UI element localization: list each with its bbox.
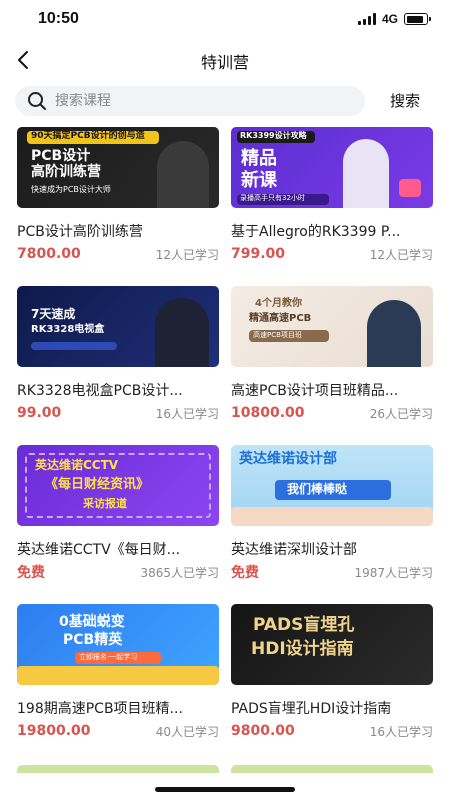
banner-line: PCB设计 bbox=[31, 148, 91, 164]
course-title: 英达维诺CCTV《每日财... bbox=[17, 542, 181, 558]
course-title: 198期高速PCB项目班精... bbox=[17, 701, 183, 717]
learner-count: 12人已学习 bbox=[155, 247, 219, 262]
course-card[interactable]: 4个月教你 精通高速PCB 高速PCB项目班 高速PCB设计项目班精品... 1… bbox=[231, 286, 433, 422]
banner-line: 录播高手只有32小时 bbox=[240, 194, 305, 202]
learner-count: 3865人已学习 bbox=[140, 565, 219, 580]
banner-line: PCB精英 bbox=[63, 632, 123, 648]
search-input[interactable] bbox=[55, 93, 335, 109]
search-icon bbox=[28, 92, 46, 110]
banner-line: 立即报名·一起学习 bbox=[79, 653, 138, 661]
signal-icon bbox=[357, 13, 376, 25]
banner-line: 英达维诺CCTV bbox=[35, 458, 119, 472]
course-title: PADS盲埋孔HDI设计指南 bbox=[231, 701, 392, 717]
course-price: 7800.00 bbox=[17, 246, 81, 262]
banner-line: 精品 bbox=[241, 148, 277, 169]
banner-line: RK3328电视盒 bbox=[31, 324, 105, 335]
course-price: 799.00 bbox=[231, 246, 286, 262]
gift-icon bbox=[399, 179, 421, 197]
course-price: 19800.00 bbox=[17, 723, 91, 739]
banner-line: 90天搞定PCB设计的创与造 bbox=[31, 131, 145, 141]
status-icons: 4G bbox=[357, 12, 431, 26]
banner-line: 采访报道 bbox=[83, 497, 127, 510]
learner-count: 40人已学习 bbox=[155, 724, 219, 739]
search-button[interactable]: 搜索 bbox=[390, 90, 420, 111]
course-title: 高速PCB设计项目班精品... bbox=[231, 383, 399, 399]
course-card[interactable]: 7天速成 RK3328电视盒 RK3328电视盒PCB设计... 99.00 1… bbox=[17, 286, 219, 422]
battery-icon bbox=[404, 13, 431, 25]
page-title: 特训营 bbox=[200, 53, 249, 72]
course-thumbnail: 90天搞定PCB设计的创与造 PCB设计 高阶训练营 快速成为PCB设计大师 bbox=[17, 127, 219, 208]
banner-line: 高速PCB项目班 bbox=[253, 331, 302, 339]
banner-line: HDI设计指南 bbox=[251, 639, 354, 659]
course-title: RK3328电视盒PCB设计... bbox=[17, 383, 183, 399]
course-thumbnail: 4个月教你 精通高速PCB 高速PCB项目班 bbox=[231, 286, 433, 367]
banner-line: 高阶训练营 bbox=[31, 164, 101, 180]
learner-count: 16人已学习 bbox=[155, 406, 219, 421]
course-card[interactable]: PADS盲埋孔 HDI设计指南 PADS盲埋孔HDI设计指南 9800.00 1… bbox=[231, 604, 433, 740]
banner-line: 7天速成 bbox=[31, 307, 76, 321]
status-bar: 10:50 4G bbox=[0, 0, 450, 40]
banner-line: PADS盲埋孔 bbox=[253, 615, 355, 635]
course-price: 99.00 bbox=[17, 405, 62, 421]
home-indicator[interactable] bbox=[155, 787, 295, 792]
banner-line: 我们棒棒哒 bbox=[287, 482, 348, 496]
course-price: 9800.00 bbox=[231, 723, 295, 739]
course-price: 免费 bbox=[231, 565, 259, 581]
course-title: PCB设计高阶训练营 bbox=[17, 224, 143, 240]
learner-count: 1987人已学习 bbox=[354, 565, 433, 580]
banner-line: RK3399设计攻略 bbox=[240, 131, 307, 140]
instructor-photo bbox=[155, 298, 209, 367]
course-title: 英达维诺深圳设计部 bbox=[231, 542, 357, 558]
course-price: 10800.00 bbox=[231, 405, 305, 421]
course-card[interactable]: 英达维诺设计部 我们棒棒哒 英达维诺深圳设计部 免费 1987人已学习 bbox=[231, 445, 433, 581]
instructor-photo bbox=[157, 141, 209, 208]
course-thumbnail: 0基础蜕变 PCB精英 立即报名·一起学习 bbox=[17, 604, 219, 685]
team-photo bbox=[231, 507, 433, 526]
course-thumbnail: 英达维诺设计部 我们棒棒哒 bbox=[231, 445, 433, 526]
course-card-peek bbox=[17, 765, 219, 773]
banner-line: 0基础蜕变 bbox=[59, 614, 125, 630]
course-thumbnail: 英达维诺CCTV 《每日财经资讯》 采访报道 bbox=[17, 445, 219, 526]
instructor-photo bbox=[343, 139, 389, 208]
course-card[interactable]: RK3399设计攻略 精品 新课 录播高手只有32小时 基于Allegro的RK… bbox=[231, 127, 433, 263]
course-card-peek bbox=[231, 765, 433, 773]
search-box[interactable] bbox=[15, 86, 365, 116]
instructor-photo bbox=[367, 300, 421, 367]
network-label: 4G bbox=[381, 12, 398, 26]
learner-count: 16人已学习 bbox=[369, 724, 433, 739]
course-thumbnail: 7天速成 RK3328电视盒 bbox=[17, 286, 219, 367]
nav-bar: 特训营 bbox=[0, 40, 450, 80]
banner-line: 英达维诺设计部 bbox=[239, 451, 337, 467]
banner-line: 4个月教你 bbox=[255, 298, 302, 309]
course-card[interactable]: 英达维诺CCTV 《每日财经资讯》 采访报道 英达维诺CCTV《每日财... 免… bbox=[17, 445, 219, 581]
banner-line: 新课 bbox=[241, 170, 277, 191]
course-thumbnail: RK3399设计攻略 精品 新课 录播高手只有32小时 bbox=[231, 127, 433, 208]
course-card[interactable]: 90天搞定PCB设计的创与造 PCB设计 高阶训练营 快速成为PCB设计大师 P… bbox=[17, 127, 219, 263]
learner-count: 26人已学习 bbox=[369, 406, 433, 421]
banner-line: 快速成为PCB设计大师 bbox=[31, 185, 111, 194]
status-time: 10:50 bbox=[38, 10, 79, 27]
banner-line: 精通高速PCB bbox=[249, 313, 312, 324]
search-row: 搜索 bbox=[0, 86, 450, 116]
course-card[interactable]: 0基础蜕变 PCB精英 立即报名·一起学习 198期高速PCB项目班精... 1… bbox=[17, 604, 219, 740]
banner-line: 《每日财经资讯》 bbox=[45, 477, 150, 492]
learner-count: 12人已学习 bbox=[369, 247, 433, 262]
course-thumbnail: PADS盲埋孔 HDI设计指南 bbox=[231, 604, 433, 685]
course-price: 免费 bbox=[17, 565, 45, 581]
course-title: 基于Allegro的RK3399 P... bbox=[231, 224, 401, 240]
